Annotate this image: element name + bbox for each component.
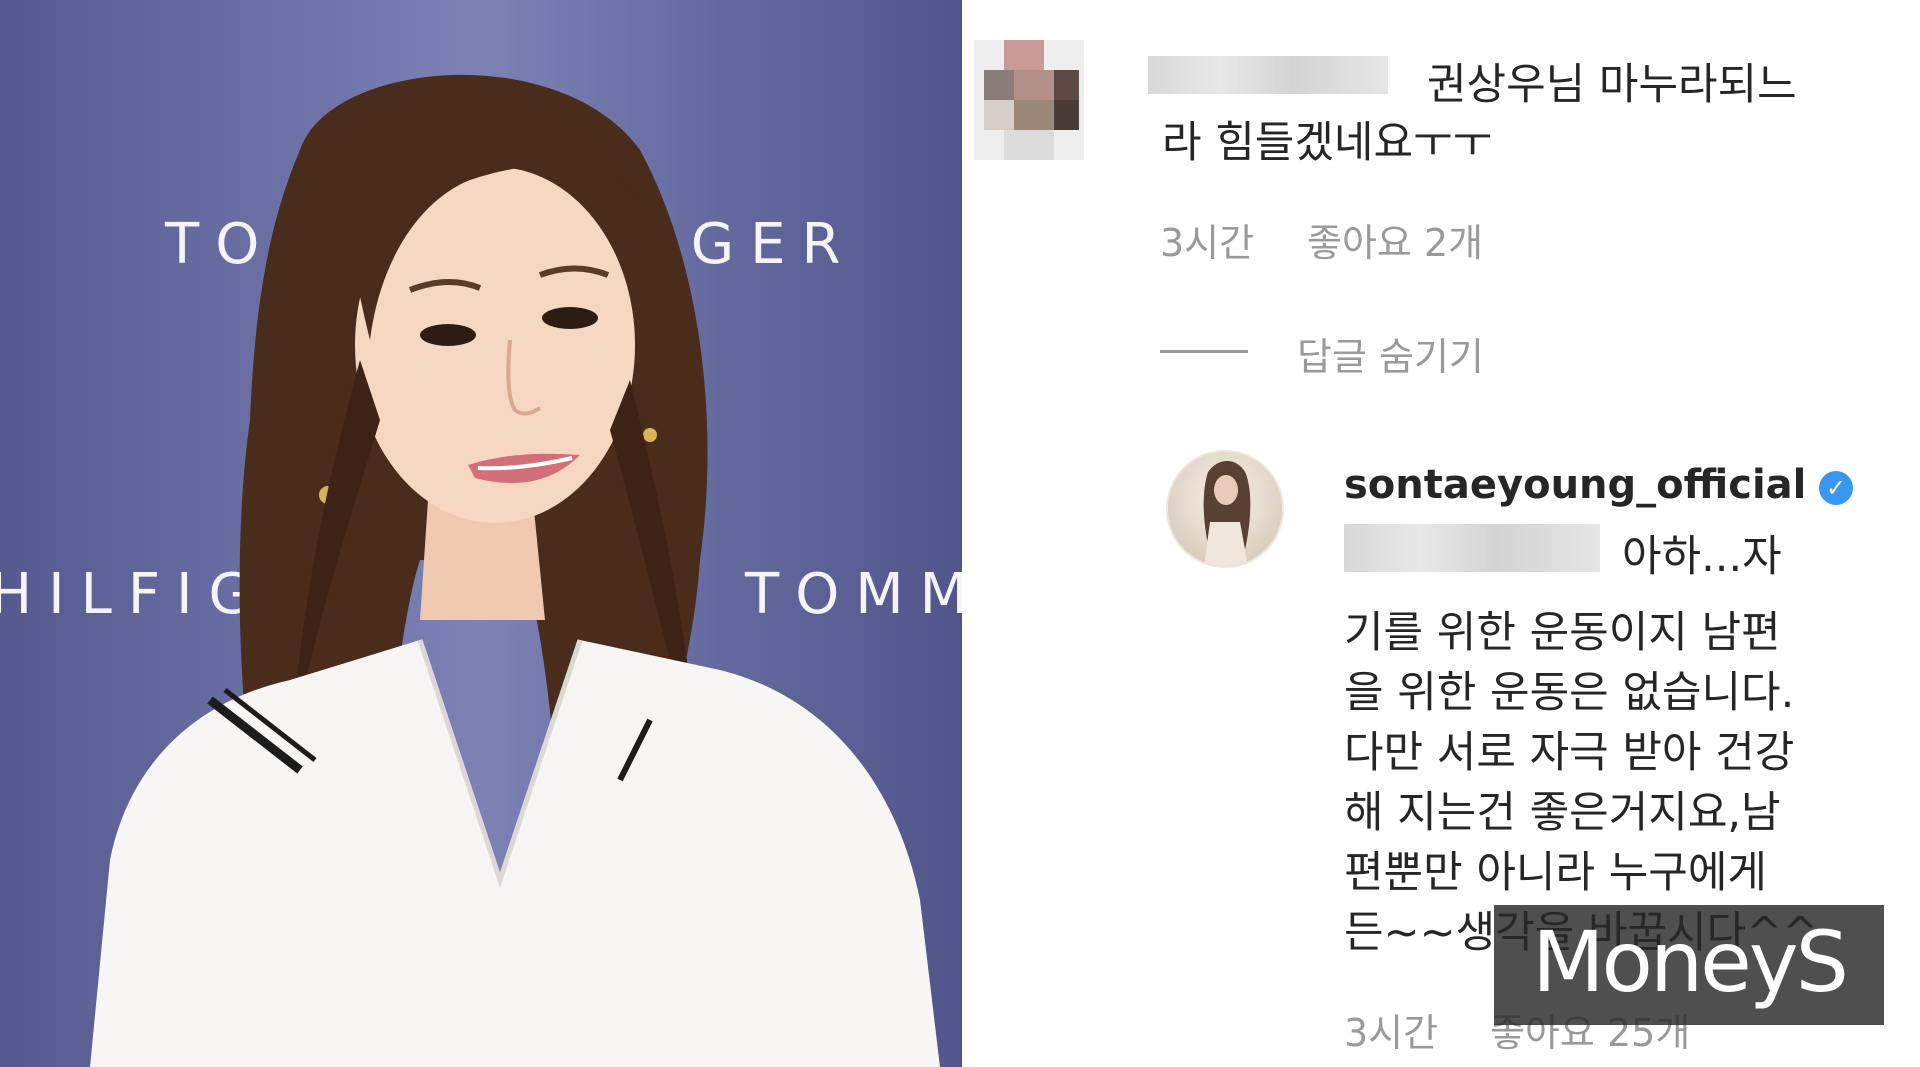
comment-time: 3시간 <box>1160 221 1255 265</box>
watermark-logo: MoneyS <box>1494 905 1884 1025</box>
comment-text-line: 권상우님 마누라되느 <box>1427 60 1797 110</box>
reply-text-line: 편뿐만 아니라 누구에게 <box>1344 848 1767 898</box>
verified-badge-icon: ✓ <box>1819 471 1853 505</box>
portrait-photo <box>90 74 940 1067</box>
reply-text-line: 해 지는건 좋은거지요,남 <box>1344 788 1781 838</box>
blurred-username <box>1148 56 1388 94</box>
reply-text-line: 다만 서로 자극 받아 건강 <box>1344 728 1795 778</box>
blurred-avatar <box>974 40 1084 160</box>
comments-panel: 권상우님 마누라되느 라 힘들겠네요ㅜㅜ 3시간 좋아요 2개 답글 숨기기 s… <box>962 0 1920 1067</box>
reply-username[interactable]: sontaeyoung_official <box>1344 462 1806 508</box>
blurred-username <box>1344 524 1600 572</box>
reply-text-line: 기를 위한 운동이지 남편 <box>1344 608 1781 658</box>
reply-avatar[interactable] <box>1166 450 1284 568</box>
watermark-text: MoneyS <box>1532 913 1849 1011</box>
reply-text-line: 을 위한 운동은 없습니다. <box>1344 668 1795 718</box>
reply-text-line: 아하...자 <box>1622 532 1782 582</box>
photo-panel: TO FIGER HILFIG TOMM <box>0 0 962 1067</box>
hide-replies-button[interactable]: 답글 숨기기 <box>1297 326 1484 381</box>
reply-time: 3시간 <box>1344 1011 1439 1055</box>
comment-text-line: 라 힘들겠네요ㅜㅜ <box>1162 118 1493 168</box>
hide-replies-divider <box>1160 350 1248 353</box>
comment-likes[interactable]: 좋아요 2개 <box>1307 212 1483 267</box>
avatar-portrait <box>1203 460 1251 566</box>
